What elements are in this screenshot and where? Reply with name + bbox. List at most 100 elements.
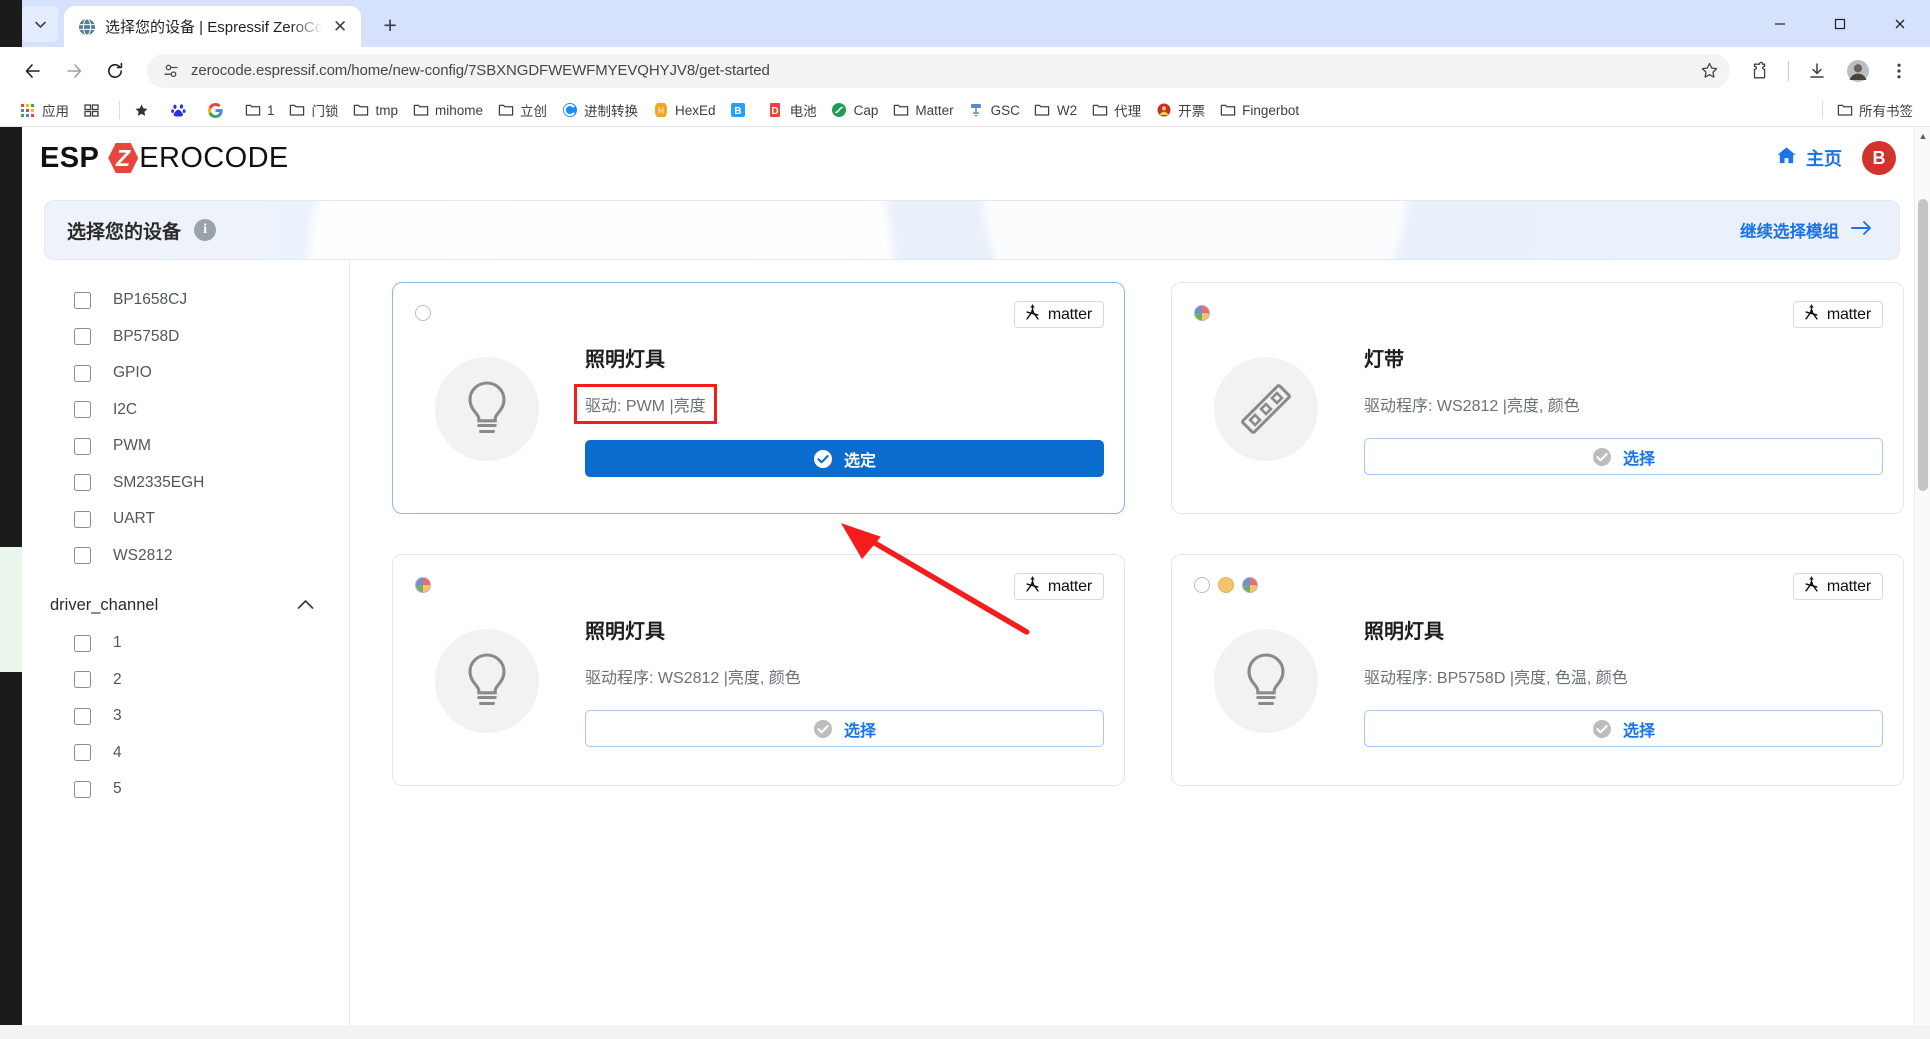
checkbox-icon[interactable] <box>74 671 91 689</box>
reload-icon[interactable] <box>96 52 134 90</box>
bookmark-label: Matter <box>915 102 954 118</box>
url-text[interactable]: zerocode.espressif.com/home/new-config/7… <box>191 62 1694 79</box>
bookmark-star[interactable] <box>126 99 163 122</box>
bookmarks-bar: 应用 1 门锁 tmp mihome 立创 进制转换 H HexEd B D 电… <box>0 94 1930 127</box>
user-avatar[interactable]: B <box>1862 141 1896 175</box>
bookmark-folder-fingerbot[interactable]: Fingerbot <box>1212 99 1306 122</box>
card-title: 照明灯具 <box>585 621 665 643</box>
card-subtitle: 驱动程序: BP5758D |亮度, 色温, 颜色 <box>1364 670 1628 687</box>
esp-zerocode-logo[interactable]: ESP Z EROCODE <box>40 142 289 175</box>
matter-badge-label: matter <box>1826 577 1871 595</box>
folder-icon <box>1034 102 1051 119</box>
capability-dots <box>415 305 431 321</box>
new-tab-button[interactable]: + <box>373 8 407 42</box>
channel-option-3[interactable]: 3 <box>48 698 340 735</box>
channel-option-5[interactable]: 5 <box>48 771 340 808</box>
close-window-icon[interactable] <box>1870 0 1930 47</box>
facet-option-bp5758d[interactable]: BP5758D <box>48 319 340 356</box>
checkbox-icon[interactable] <box>74 707 91 725</box>
bookmark-folder-daili[interactable]: 代理 <box>1084 97 1148 123</box>
bookmark-star-icon[interactable] <box>1694 56 1724 86</box>
bookmark-panel[interactable] <box>76 99 113 122</box>
checkbox-icon[interactable] <box>74 401 91 419</box>
bookmark-folder-1[interactable]: 1 <box>237 99 282 122</box>
site-settings-icon[interactable] <box>161 61 181 81</box>
bookmark-cap[interactable]: Cap <box>824 99 886 122</box>
downloads-icon[interactable] <box>1798 52 1836 90</box>
facet-option-pwm[interactable]: PWM <box>48 428 340 465</box>
close-icon[interactable]: ✕ <box>329 16 351 38</box>
checkbox-icon[interactable] <box>74 547 91 565</box>
checkbox-icon[interactable] <box>74 510 91 528</box>
facet-option-uart[interactable]: UART <box>48 501 340 538</box>
checkbox-icon[interactable] <box>74 291 91 309</box>
select-device-button[interactable]: 选择 <box>1364 438 1883 475</box>
facet-option-gpio[interactable]: GPIO <box>48 355 340 392</box>
bookmark-bilibili[interactable]: B <box>723 99 760 122</box>
channel-option-1[interactable]: 1 <box>48 625 340 662</box>
checkbox-icon[interactable] <box>74 780 91 798</box>
all-bookmarks-button[interactable]: 所有书签 <box>1829 97 1920 123</box>
facet-option-bp1658cj[interactable]: BP1658CJ <box>48 282 340 319</box>
continue-module-button[interactable]: 继续选择模组 <box>1740 218 1873 242</box>
device-card-lighting-bp5758d[interactable]: matter 照明灯具 驱动程序: BP5758D |亮度, 色温, 颜色 选择 <box>1171 554 1904 786</box>
bookmark-label: 立创 <box>520 104 548 119</box>
bookmark-battery[interactable]: D 电池 <box>760 97 824 123</box>
minimize-icon[interactable] <box>1750 0 1810 47</box>
select-device-button[interactable]: 选择 <box>1364 710 1883 747</box>
scrollbar-thumb[interactable] <box>1918 199 1928 491</box>
all-bookmarks-label: 所有书签 <box>1859 104 1913 119</box>
bookmark-gsc[interactable]: GSC <box>961 99 1027 122</box>
channel-option-2[interactable]: 2 <box>48 662 340 699</box>
page-scrollbar[interactable]: ▲ ▼ <box>1914 127 1930 1039</box>
bookmark-hexed[interactable]: H HexEd <box>645 99 723 122</box>
select-device-button[interactable]: 选择 <box>585 710 1104 747</box>
facet-option-i2c[interactable]: I2C <box>48 392 340 429</box>
bookmark-folder-tmp[interactable]: tmp <box>346 99 406 122</box>
bookmark-baidu[interactable] <box>163 99 200 122</box>
capability-dot-amber <box>1218 577 1234 593</box>
browser-tab[interactable]: 选择您的设备 | Espressif ZeroCo ✕ <box>64 6 362 47</box>
device-card-lightstrip-ws2812[interactable]: matter 灯带 驱动程序: WS2812 |亮度, 颜色 选择 <box>1171 282 1904 514</box>
checkbox-icon[interactable] <box>74 328 91 346</box>
tab-search-button[interactable] <box>22 6 58 42</box>
browser-menu-icon[interactable] <box>1880 52 1918 90</box>
channel-option-4[interactable]: 4 <box>48 735 340 772</box>
checkbox-icon[interactable] <box>74 437 91 455</box>
checkbox-icon[interactable] <box>74 744 91 762</box>
address-bar[interactable]: zerocode.espressif.com/home/new-config/7… <box>147 53 1730 88</box>
extensions-icon[interactable] <box>1741 52 1779 90</box>
checkbox-icon[interactable] <box>74 364 91 382</box>
gsc-icon <box>968 102 985 119</box>
bookmark-folder-w2[interactable]: W2 <box>1027 99 1084 122</box>
bookmark-folder-matter[interactable]: Matter <box>885 99 960 122</box>
checkbox-icon[interactable] <box>74 474 91 492</box>
bookmark-convert[interactable]: 进制转换 <box>554 97 645 123</box>
bookmark-invoice[interactable]: 开票 <box>1148 97 1212 123</box>
device-card-lighting-ws2812[interactable]: matter 照明灯具 驱动程序: WS2812 |亮度, 颜色 选择 <box>392 554 1125 786</box>
bookmark-apps[interactable]: 应用 <box>12 97 76 123</box>
forward-icon[interactable] <box>55 52 93 90</box>
bookmark-label: 应用 <box>42 104 69 119</box>
maximize-icon[interactable] <box>1810 0 1870 47</box>
scroll-up-icon[interactable]: ▲ <box>1915 127 1930 144</box>
home-link[interactable]: 主页 <box>1776 145 1842 171</box>
chevron-up-icon[interactable] <box>297 597 314 614</box>
facet-group-driver-channel[interactable]: driver_channel <box>48 574 340 625</box>
facet-option-sm2335egh[interactable]: SM2335EGH <box>48 465 340 502</box>
back-icon[interactable] <box>14 52 52 90</box>
matter-badge: matter <box>1013 301 1104 328</box>
check-circle-icon <box>813 449 833 469</box>
panel-icon <box>83 102 100 119</box>
avatar[interactable] <box>1839 52 1877 90</box>
logo-zerocode-text: EROCODE <box>139 141 289 174</box>
facet-option-ws2812[interactable]: WS2812 <box>48 538 340 575</box>
bookmark-google[interactable] <box>200 99 237 122</box>
select-device-button[interactable]: 选定 <box>585 440 1104 477</box>
bookmark-folder-lichuang[interactable]: 立创 <box>490 97 554 123</box>
bookmark-folder-menshuo[interactable]: 门锁 <box>282 97 346 123</box>
checkbox-icon[interactable] <box>74 634 91 652</box>
bookmark-folder-mihome[interactable]: mihome <box>405 99 490 122</box>
info-icon[interactable]: i <box>194 219 217 241</box>
device-card-lighting-pwm[interactable]: matter 照明灯具 驱动: PWM |亮度 选定 <box>392 282 1125 514</box>
